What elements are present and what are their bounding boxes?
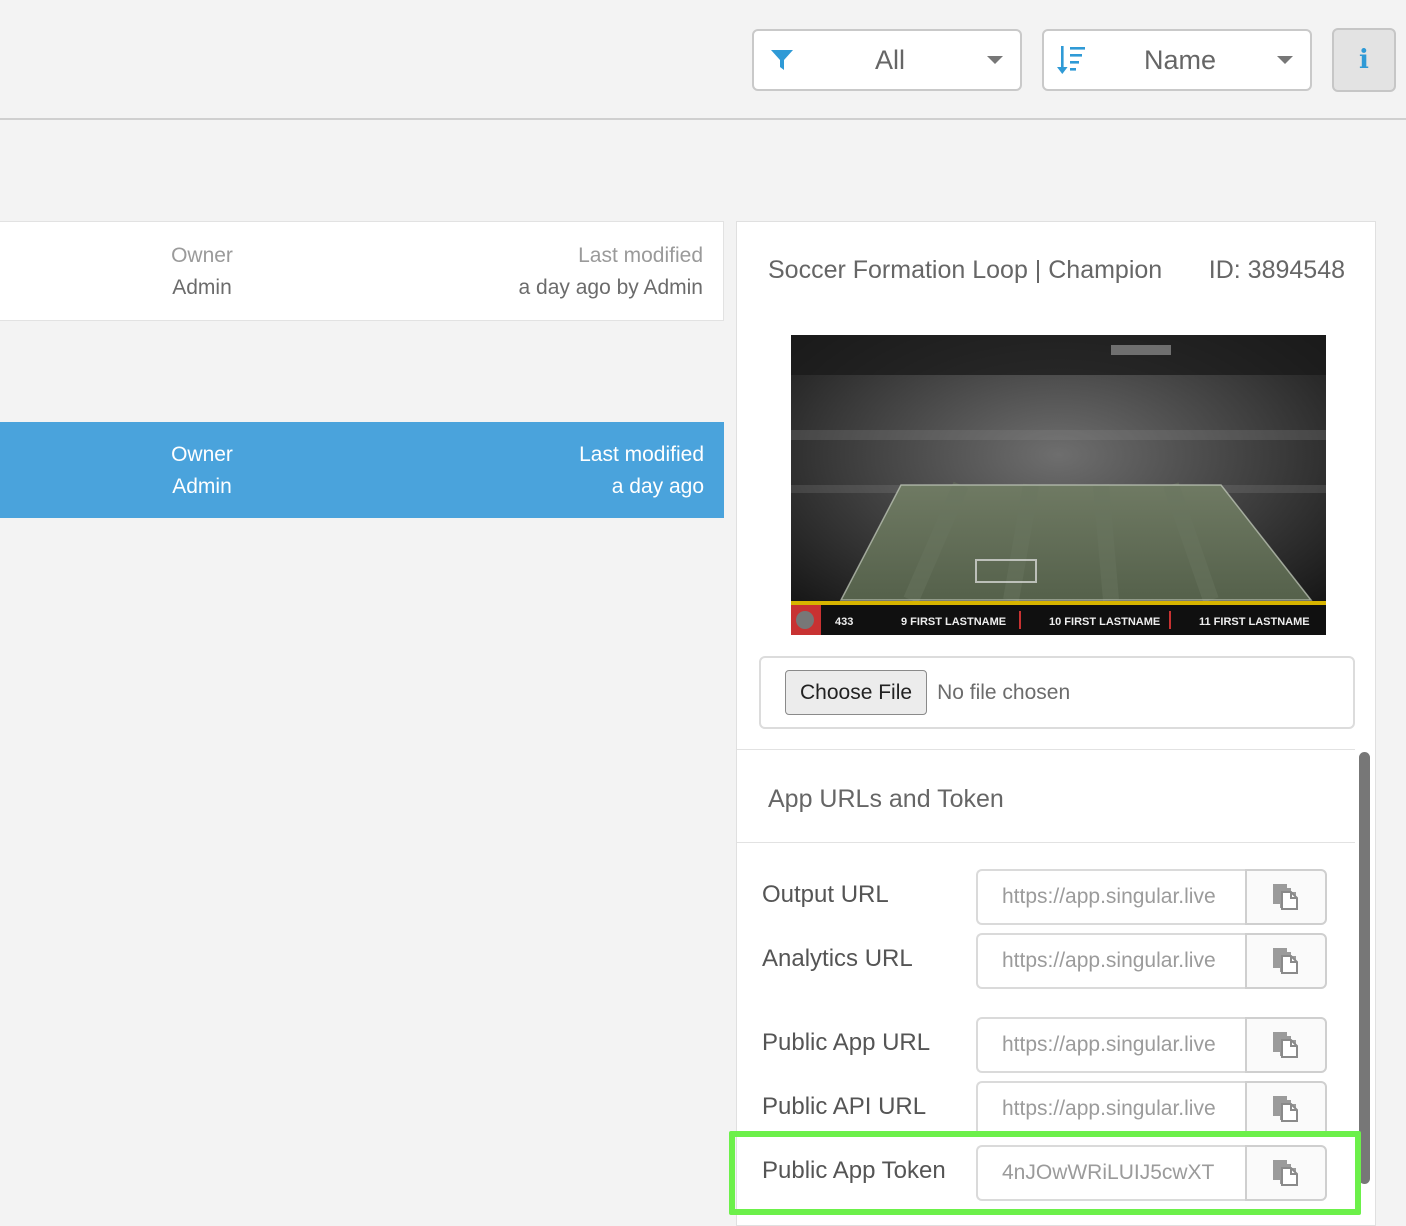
public-api-url-row: Public API URL https://app.singular.live xyxy=(737,1081,1357,1137)
copy-button[interactable] xyxy=(1245,869,1327,925)
copy-button[interactable] xyxy=(1245,1145,1327,1201)
info-button[interactable]: i xyxy=(1332,28,1396,92)
last-modified-cell: Last modified a day ago by Admin xyxy=(363,240,703,304)
analytics-url-row: Analytics URL https://app.singular.live xyxy=(737,933,1357,989)
ticker-formation: 433 xyxy=(835,616,853,628)
ticker-player: 10 FIRST LASTNAME xyxy=(1049,616,1160,628)
divider xyxy=(737,842,1355,843)
panel-title: Soccer Formation Loop | Champion xyxy=(768,256,1163,284)
public-app-token-label: Public App Token xyxy=(762,1157,946,1184)
copy-icon xyxy=(1270,943,1302,980)
public-app-url-label: Public App URL xyxy=(762,1029,931,1056)
copy-icon xyxy=(1270,1027,1302,1064)
choose-file-button[interactable]: Choose File xyxy=(785,670,928,715)
list-item-selected[interactable]: Owner Admin Last modified a day ago xyxy=(0,422,724,518)
toolbar: All Name i xyxy=(0,0,1406,120)
chevron-down-icon xyxy=(1260,56,1310,64)
ticker-player: 11 FIRST LASTNAME xyxy=(1199,616,1310,628)
filter-value: All xyxy=(874,44,905,75)
filter-icon xyxy=(754,47,810,73)
output-url-label: Output URL xyxy=(762,881,889,908)
public-app-token-field[interactable]: 4nJOwWRiLUIJ5cwXT xyxy=(976,1145,1246,1201)
sort-value: Name xyxy=(1143,44,1217,75)
list-item[interactable]: Owner Admin Last modified a day ago by A… xyxy=(0,221,724,321)
copy-button[interactable] xyxy=(1245,933,1327,989)
ticker-player: 9 FIRST LASTNAME xyxy=(901,616,1006,628)
owner-value: Admin xyxy=(172,475,232,498)
app-thumbnail: 433 9 FIRST LASTNAME 10 FIRST LASTNAME 1… xyxy=(791,335,1326,635)
last-modified-cell: Last modified a day ago xyxy=(364,439,704,503)
public-api-url-field[interactable]: https://app.singular.live xyxy=(976,1081,1246,1137)
analytics-url-field[interactable]: https://app.singular.live xyxy=(976,933,1246,989)
copy-button[interactable] xyxy=(1245,1017,1327,1073)
section-title: App URLs and Token xyxy=(768,785,1004,813)
public-app-url-field[interactable]: https://app.singular.live xyxy=(976,1017,1246,1073)
analytics-url-label: Analytics URL xyxy=(762,945,913,972)
owner-label: Owner xyxy=(171,443,233,466)
last-modified-value: a day ago by Admin xyxy=(518,276,703,299)
owner-cell: Owner Admin xyxy=(166,240,238,304)
chevron-down-icon xyxy=(970,56,1020,64)
owner-value: Admin xyxy=(172,276,232,299)
last-modified-value: a day ago xyxy=(611,475,704,498)
sort-dropdown[interactable]: Name xyxy=(1042,29,1312,91)
filter-dropdown[interactable]: All xyxy=(752,29,1022,91)
public-api-url-label: Public API URL xyxy=(762,1093,927,1120)
copy-button[interactable] xyxy=(1245,1081,1327,1137)
thumbnail-file-input: Choose File No file chosen xyxy=(759,656,1355,729)
info-icon: i xyxy=(1359,45,1369,75)
copy-icon xyxy=(1270,1091,1302,1128)
owner-cell: Owner Admin xyxy=(166,439,238,503)
output-url-row: Output URL https://app.singular.live xyxy=(737,869,1357,925)
copy-icon xyxy=(1270,1155,1302,1192)
last-modified-label: Last modified xyxy=(579,443,704,466)
last-modified-label: Last modified xyxy=(578,244,703,267)
copy-icon xyxy=(1270,879,1302,916)
owner-label: Owner xyxy=(171,244,233,267)
divider xyxy=(737,749,1355,750)
details-panel: Soccer Formation Loop | Champion ID: 389… xyxy=(736,221,1376,1226)
file-status: No file chosen xyxy=(937,680,1071,704)
sort-icon xyxy=(1044,43,1100,77)
public-app-token-row: Public App Token 4nJOwWRiLUIJ5cwXT xyxy=(737,1145,1357,1201)
public-app-url-row: Public App URL https://app.singular.live xyxy=(737,1017,1357,1073)
output-url-field[interactable]: https://app.singular.live xyxy=(976,869,1246,925)
panel-scrollbar[interactable] xyxy=(1359,752,1370,1184)
app-id: ID: 3894548 xyxy=(1208,256,1345,284)
